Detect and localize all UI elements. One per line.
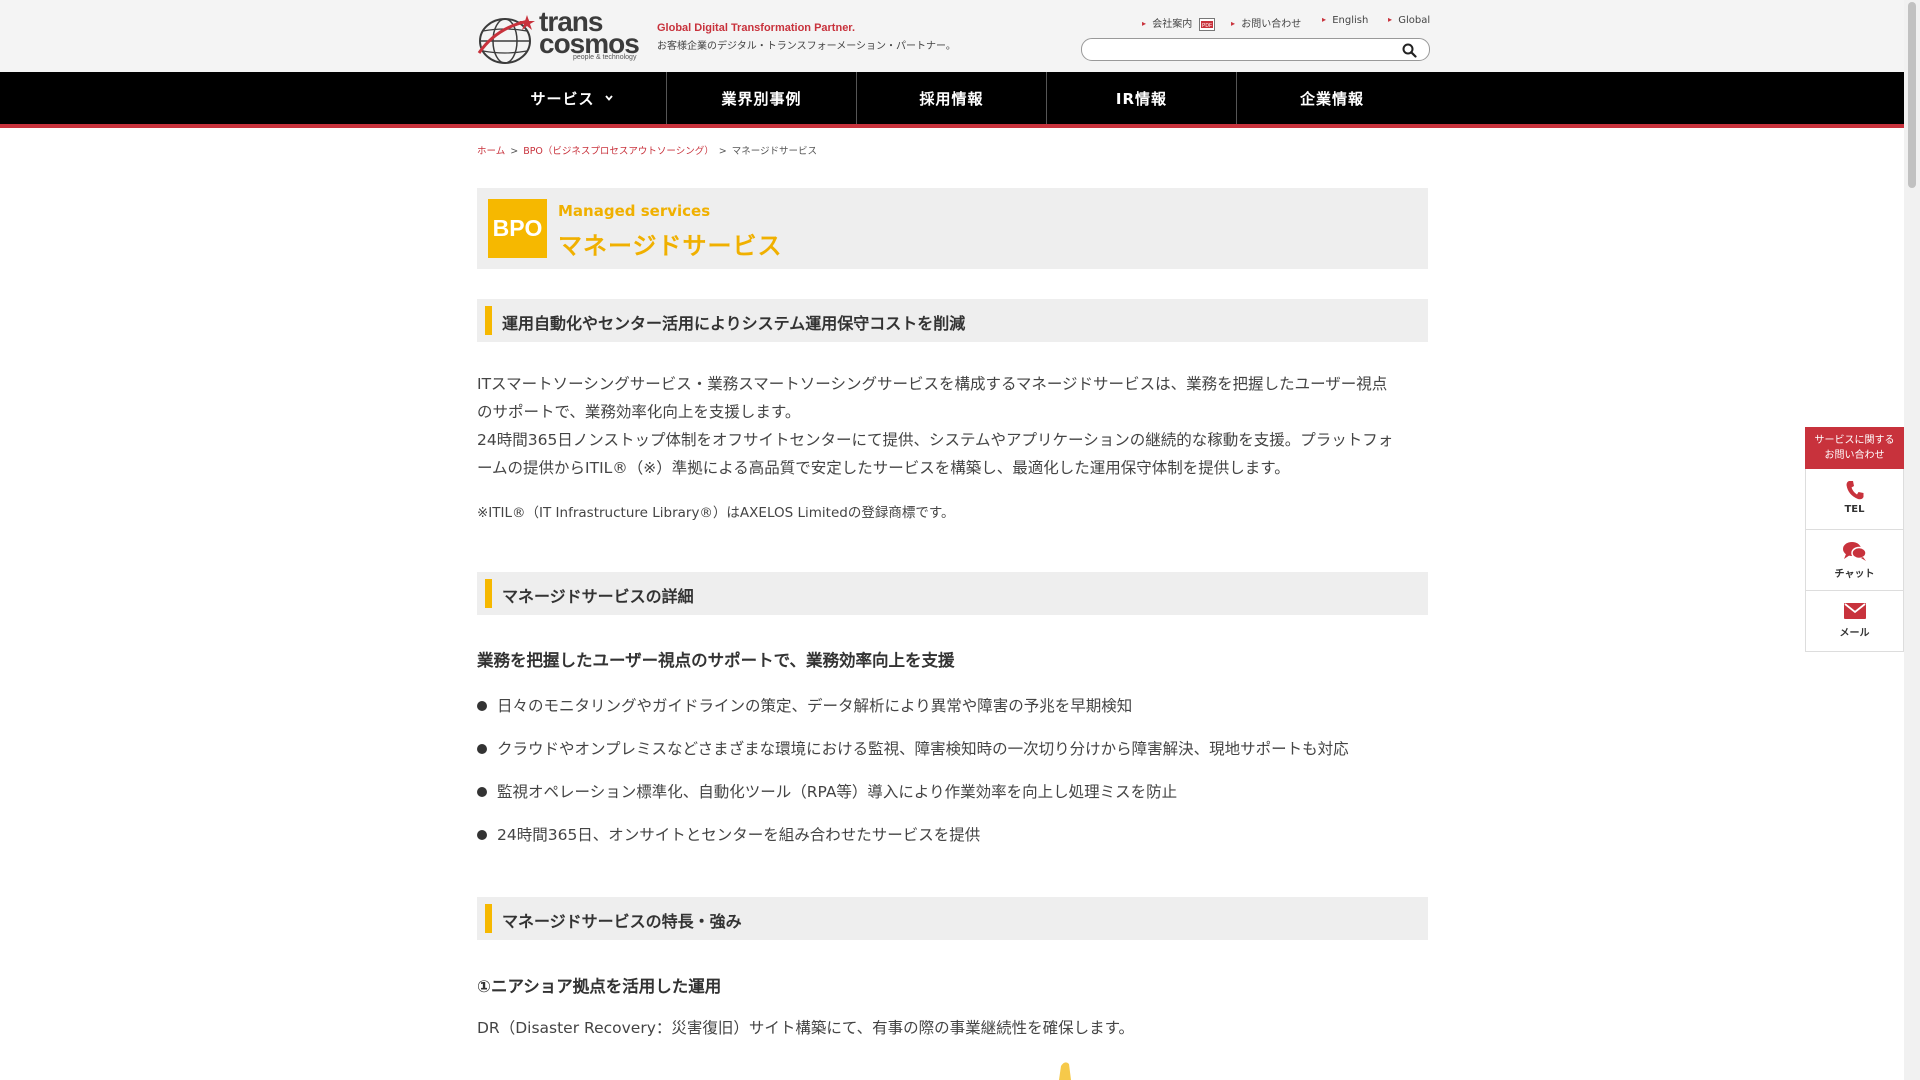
nav-item-recruit[interactable]: 採用情報	[857, 72, 1047, 124]
nav-item-industry-cases[interactable]: 業界別事例	[667, 72, 857, 124]
section-heading-text: マネージドサービスの特長・強み	[502, 912, 742, 931]
bullet-dot	[477, 744, 487, 754]
side-chat-label: チャット	[1834, 569, 1875, 580]
logo-subtitle: people & technology	[573, 54, 637, 61]
pdf-icon: PDF	[1199, 17, 1216, 31]
intro-paragraph-2: 24時間365日ノンストップ体制をオフサイトセンターにて提供、システムやアプリケ…	[477, 426, 1432, 482]
intro-line: ITスマートソーシングサービス・業務スマートソーシングサービスを構成するマネージ…	[477, 375, 1388, 393]
breadcrumb: ホーム > BPO（ビジネスプロセスアウトソーシング） > マネージドサービス	[477, 143, 817, 157]
side-tel-label: TEL	[1844, 504, 1865, 515]
breadcrumb-separator: >	[510, 146, 519, 157]
feature-subheading: ①ニアショア拠点を活用した運用	[477, 977, 722, 996]
util-link-contact[interactable]: お問い合わせ	[1231, 15, 1301, 30]
list-item: 24時間365日、オンサイトとセンターを組み合わせたサービスを提供	[477, 823, 980, 845]
logo-text-cosmos: cosmos	[539, 28, 640, 59]
page-title: マネージドサービス	[558, 232, 783, 260]
bullet-dot	[477, 787, 487, 797]
side-mail-label: メール	[1839, 628, 1870, 639]
list-item: クラウドやオンプレミスなどさまざまな環境における監視、障害検知時の一次切り分けか…	[477, 737, 1349, 759]
section-heading-text: マネージドサービスの詳細	[502, 587, 694, 606]
section-accent-bar	[485, 306, 492, 335]
breadcrumb-bpo[interactable]: BPO（ビジネスプロセスアウトソーシング）	[523, 146, 714, 157]
global-nav: サービス 業界別事例 採用情報 IR情報 企業情報	[0, 72, 1904, 128]
intro-line: のサポートで、業務効率化向上を支援します。	[477, 403, 801, 421]
nav-item-label: 企業情報	[1299, 89, 1364, 108]
logo-wordmark: trans cosmos	[539, 8, 640, 59]
chat-icon	[1842, 542, 1867, 561]
search-icon[interactable]	[1402, 43, 1417, 58]
breadcrumb-separator: >	[718, 146, 727, 157]
scrollbar-thumb[interactable]	[1908, 2, 1916, 188]
util-link-label: Global	[1398, 15, 1431, 26]
side-contact-heading-line: お問い合わせ	[1824, 450, 1885, 461]
tagline-jp: お客様企業のデジタル・トランスフォーメーション・パートナー。	[657, 41, 956, 52]
list-item-text: クラウドやオンプレミスなどさまざまな環境における監視、障害検知時の一次切り分けか…	[497, 740, 1349, 758]
section-heading-cost-reduction: 運用自動化やセンター活用によりシステム運用保守コストを削減	[477, 299, 1428, 342]
util-link-global[interactable]: Global	[1388, 15, 1430, 26]
itil-trademark-note: ※ITIL®（IT Infrastructure Library®）はAXELO…	[477, 505, 955, 521]
page-title-box: BPO Managed services マネージドサービス	[477, 188, 1428, 269]
side-mail-button[interactable]: メール	[1805, 591, 1904, 652]
section-heading-features: マネージドサービスの特長・強み	[477, 897, 1428, 940]
util-link-label: English	[1332, 15, 1369, 26]
mail-icon	[1843, 603, 1866, 619]
svg-text:PDF: PDF	[1202, 23, 1212, 29]
globe-logo-icon	[477, 15, 535, 64]
bpo-badge: BPO	[488, 199, 547, 258]
nav-item-services[interactable]: サービス	[477, 72, 667, 124]
list-item: 監視オペレーション標準化、自動化ツール（RPA等）導入により作業効率を向上し処理…	[477, 780, 1177, 802]
list-item: 日々のモニタリングやガイドラインの策定、データ解析により異常や障害の予兆を早期検…	[477, 694, 1132, 716]
search-input[interactable]	[1092, 41, 1392, 58]
intro-line: 24時間365日ノンストップ体制をオフサイトセンターにて提供、システムやアプリケ…	[477, 431, 1394, 449]
side-tel-button[interactable]: TEL	[1805, 469, 1904, 530]
util-link-label: 会社案内	[1152, 19, 1193, 30]
page-scrollbar[interactable]	[1904, 0, 1920, 1080]
list-item-text: 監視オペレーション標準化、自動化ツール（RPA等）導入により作業効率を向上し処理…	[497, 783, 1178, 801]
bullet-dot	[477, 830, 487, 840]
nav-item-label: IR情報	[1115, 89, 1168, 108]
side-chat-button[interactable]: チャット	[1805, 530, 1904, 591]
illustration-partial	[1059, 1062, 1071, 1080]
list-item-text: 24時間365日、オンサイトとセンターを組み合わせたサービスを提供	[497, 826, 981, 844]
util-link-english[interactable]: English	[1322, 15, 1368, 26]
nav-item-ir[interactable]: IR情報	[1047, 72, 1237, 124]
nav-item-company[interactable]: 企業情報	[1237, 72, 1427, 124]
tagline: Global Digital Transformation Partner. お…	[657, 22, 956, 52]
tagline-en: Global Digital Transformation Partner.	[657, 22, 856, 34]
list-item-text: 日々のモニタリングやガイドラインの策定、データ解析により異常や障害の予兆を早期検…	[497, 697, 1133, 715]
nav-item-label: 採用情報	[919, 89, 984, 108]
intro-paragraph-1: ITスマートソーシングサービス・業務スマートソーシングサービスを構成するマネージ…	[477, 370, 1432, 426]
intro-line: ームの提供からITIL®（※）準拠による高品質で安定したサービスを構築し、最適化…	[477, 459, 1290, 477]
util-link-company-guide[interactable]: 会社案内 PDF	[1142, 15, 1216, 31]
global-nav-items: サービス 業界別事例 採用情報 IR情報 企業情報	[477, 72, 1427, 124]
nav-item-label: 業界別事例	[721, 89, 802, 108]
transcosmos-logo[interactable]: trans cosmos people & technology	[477, 8, 640, 65]
details-subheading: 業務を把握したユーザー視点のサポートで、業務効率向上を支援	[477, 651, 955, 670]
search-box	[1081, 38, 1430, 61]
section-heading-details: マネージドサービスの詳細	[477, 572, 1428, 615]
breadcrumb-current: マネージドサービス	[731, 146, 818, 157]
chevron-down-icon	[604, 95, 613, 101]
phone-icon	[1846, 481, 1863, 500]
side-contact-heading[interactable]: サービスに関する お問い合わせ	[1805, 427, 1904, 469]
section-accent-bar	[485, 904, 492, 933]
feature-description: DR（Disaster Recovery：災害復旧）サイト構築にて、有事の際の事…	[477, 1019, 1135, 1037]
breadcrumb-home[interactable]: ホーム	[477, 146, 505, 157]
bullet-dot	[477, 701, 487, 711]
side-contact-heading-line: サービスに関する	[1814, 435, 1895, 446]
page-title-en: Managed services	[558, 202, 711, 220]
section-heading-text: 運用自動化やセンター活用によりシステム運用保守コストを削減	[502, 314, 966, 333]
nav-item-label: サービス	[530, 89, 595, 108]
util-link-label: お問い合わせ	[1241, 19, 1302, 30]
site-header: trans cosmos people & technology Global …	[0, 0, 1904, 72]
section-accent-bar	[485, 579, 492, 608]
side-contact-panel: サービスに関する お問い合わせ TEL チャット メール	[1805, 427, 1904, 652]
